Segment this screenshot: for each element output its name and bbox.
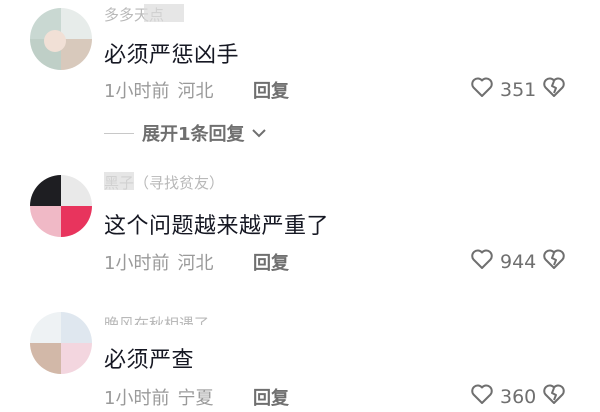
reply-button[interactable]: 回复: [253, 384, 289, 410]
comment-meta: 1小时前 河北: [104, 77, 213, 103]
like-count: 944: [500, 250, 537, 273]
broken-heart-icon[interactable]: [542, 76, 566, 103]
avatar[interactable]: [30, 312, 92, 374]
like-count: 351: [500, 78, 537, 101]
comment-meta: 1小时前 宁夏: [104, 384, 213, 410]
comment-text: 必须严查: [104, 348, 195, 373]
username[interactable]: 多多天点: [104, 4, 254, 24]
comment-location: 河北: [177, 81, 214, 102]
avatar[interactable]: [30, 8, 92, 70]
divider: [104, 132, 134, 134]
expand-replies-button[interactable]: 展开1条回复: [104, 120, 267, 146]
comment-time: 1小时前: [104, 253, 170, 274]
comment-meta: 1小时前 河北: [104, 249, 213, 275]
reply-button[interactable]: 回复: [253, 77, 289, 103]
broken-heart-icon[interactable]: [542, 248, 566, 275]
like-control: 360: [470, 383, 566, 410]
like-control: 351: [470, 76, 566, 103]
comment-text: 必须严惩凶手: [104, 43, 240, 68]
comment-time: 1小时前: [104, 388, 170, 409]
comment-text: 这个问题越来越严重了: [104, 214, 330, 239]
username[interactable]: 黑子（寻找贫友）: [104, 172, 254, 192]
broken-heart-icon[interactable]: [542, 383, 566, 410]
comment-item: 晚风在秋相遇了 必须严查 1小时前 宁夏 回复 360: [0, 300, 600, 412]
comment-time: 1小时前: [104, 81, 170, 102]
heart-outline-icon[interactable]: [470, 76, 494, 103]
reply-button[interactable]: 回复: [253, 249, 289, 275]
comment-location: 宁夏: [177, 388, 214, 409]
comment-item: 多多天点 必须严惩凶手 1小时前 河北 回复 351: [0, 0, 600, 110]
heart-outline-icon[interactable]: [470, 248, 494, 275]
like-control: 944: [470, 248, 566, 275]
comment-location: 河北: [177, 253, 214, 274]
username[interactable]: 晚风在秋相遇了: [104, 313, 254, 325]
avatar[interactable]: [30, 175, 92, 237]
expand-replies-label: 展开1条回复: [142, 124, 245, 145]
chevron-down-icon: [251, 123, 267, 144]
username-text: 晚风在秋相遇了: [104, 315, 210, 325]
heart-outline-icon[interactable]: [470, 383, 494, 410]
like-count: 360: [500, 385, 537, 408]
comment-item: 黑子（寻找贫友） 这个问题越来越严重了 1小时前 河北 回复 944: [0, 165, 600, 275]
